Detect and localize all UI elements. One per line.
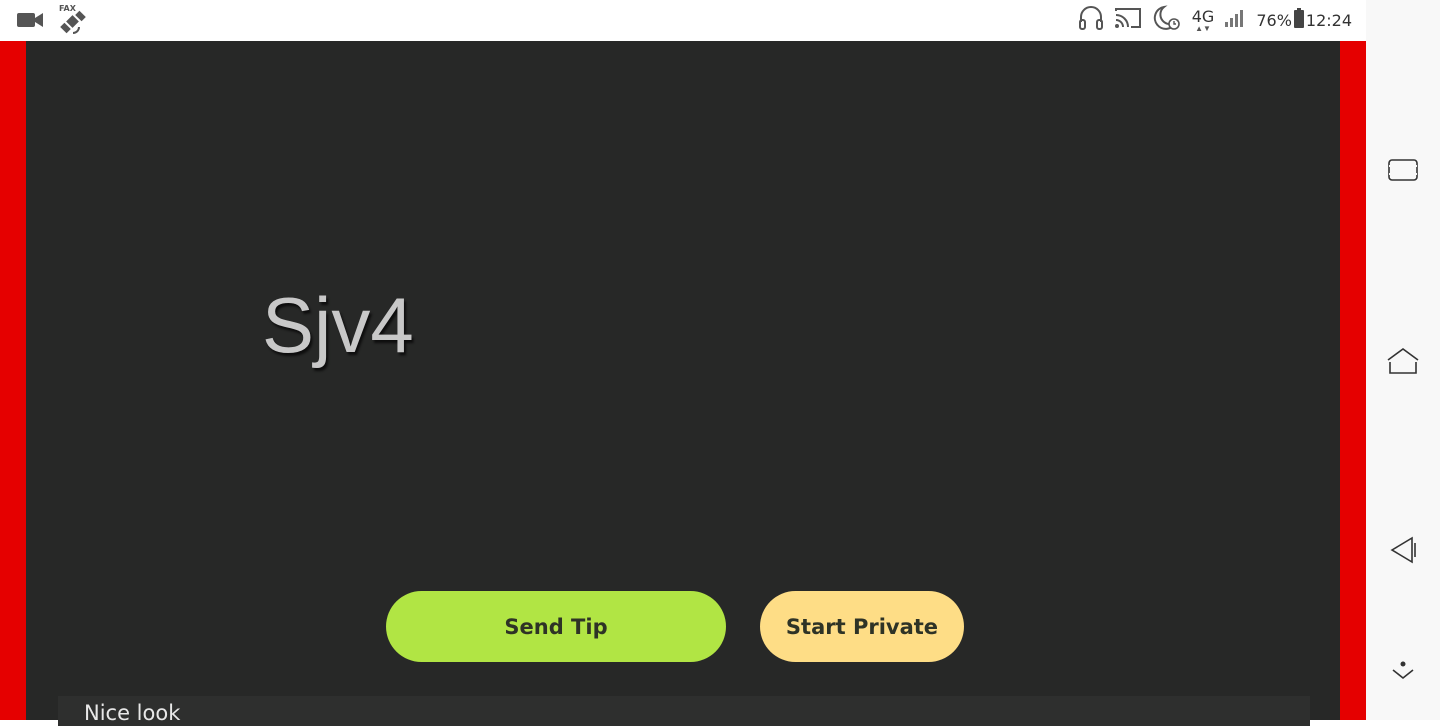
clock: 12:24 [1305, 11, 1352, 30]
navigation-bar [1366, 0, 1440, 720]
cast-icon [1114, 6, 1142, 35]
network-4g-icon: 4G ▲▼ [1191, 6, 1215, 33]
battery-icon [1293, 7, 1305, 34]
satellite-fax-icon: FAX [58, 4, 88, 37]
chat-message-text: Nice look [84, 701, 181, 725]
send-tip-button[interactable]: Send Tip [386, 591, 726, 662]
stream-watermark: Sjv4 [262, 281, 414, 369]
home-icon[interactable] [1385, 343, 1421, 379]
status-bar: FAX 4G ▲▼ 76% 12:24 [0, 0, 1366, 41]
network-label: 4G [1191, 6, 1215, 26]
status-right: 4G ▲▼ 76% 12:24 [1078, 0, 1352, 41]
moon-alarm-icon [1152, 4, 1182, 37]
chat-message-row [58, 696, 1310, 726]
start-private-button[interactable]: Start Private [760, 591, 964, 662]
back-icon[interactable] [1385, 532, 1421, 568]
fax-label: FAX [59, 4, 76, 13]
signal-icon [1224, 8, 1246, 33]
headphones-icon [1078, 4, 1104, 37]
recent-apps-icon[interactable] [1385, 152, 1421, 188]
status-left: FAX [16, 4, 88, 37]
hide-nav-icon[interactable] [1385, 652, 1421, 688]
video-camera-icon [16, 9, 44, 36]
battery-percent: 76% [1256, 11, 1292, 30]
